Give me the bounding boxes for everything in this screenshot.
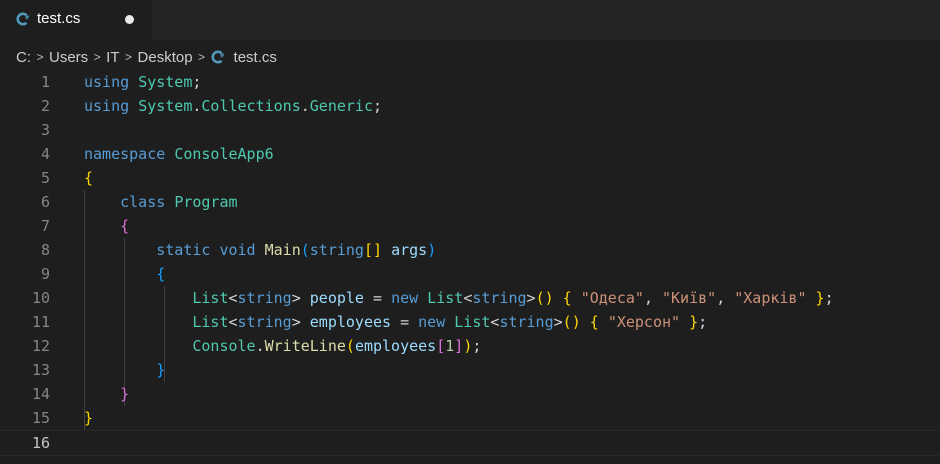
code-line[interactable]: 9 {	[0, 262, 940, 286]
code-text[interactable]: Console.WriteLine(employees[1]);	[84, 334, 481, 358]
line-number: 16	[31, 434, 50, 452]
code-line[interactable]: 11 List<string> employees = new List<str…	[0, 310, 940, 334]
csharp-icon: #	[211, 50, 224, 64]
code-line[interactable]: 1 using System;	[0, 70, 940, 94]
chevron-right-icon: >	[125, 50, 133, 64]
line-number: 11	[31, 313, 50, 331]
code-line[interactable]: 8 static void Main(string[] args)	[0, 238, 940, 262]
code-text[interactable]: {	[84, 214, 129, 238]
code-line[interactable]: 16	[0, 430, 940, 456]
tab-test-cs[interactable]: # test.cs	[0, 0, 152, 40]
line-number: 4	[40, 145, 50, 163]
line-number: 7	[40, 217, 50, 235]
line-number: 15	[31, 409, 50, 427]
code-text[interactable]: }	[84, 358, 165, 382]
code-text[interactable]: }	[84, 406, 93, 430]
line-number: 13	[31, 361, 50, 379]
breadcrumb-item-desktop[interactable]: Desktop	[138, 49, 193, 66]
svg-text:#: #	[219, 53, 224, 60]
code-text[interactable]: static void Main(string[] args)	[84, 238, 436, 262]
breadcrumb-item-it[interactable]: IT	[106, 49, 119, 66]
code-line[interactable]: 12 Console.WriteLine(employees[1]);	[0, 334, 940, 358]
line-number: 6	[40, 193, 50, 211]
line-number: 1	[40, 73, 50, 91]
breadcrumb-item-drive[interactable]: C:	[16, 49, 31, 66]
line-number: 9	[40, 265, 50, 283]
code-line[interactable]: 4 namespace ConsoleApp6	[0, 142, 940, 166]
code-line[interactable]: 15}	[0, 406, 940, 430]
breadcrumb-item-users[interactable]: Users	[49, 49, 88, 66]
code-text[interactable]: class Program	[84, 190, 237, 214]
csharp-icon: #	[16, 12, 30, 26]
line-number: 8	[40, 241, 50, 259]
line-number: 3	[40, 121, 50, 139]
tab-filename: test.cs	[37, 10, 81, 27]
code-line[interactable]: 13 }	[0, 358, 940, 382]
code-line[interactable]: 3	[0, 118, 940, 142]
code-text[interactable]: List<string> people = new List<string>()…	[84, 286, 833, 310]
chevron-right-icon: >	[198, 50, 206, 64]
tab-bar: # test.cs	[0, 0, 940, 40]
code-line[interactable]: 2 using System.Collections.Generic;	[0, 94, 940, 118]
breadcrumb: C: > Users > IT > Desktop > # test.cs	[0, 44, 277, 70]
line-number: 2	[40, 97, 50, 115]
line-number: 5	[40, 169, 50, 187]
code-text[interactable]: using System;	[84, 70, 201, 94]
code-text[interactable]: List<string> employees = new List<string…	[84, 310, 707, 334]
code-line[interactable]: 7 {	[0, 214, 940, 238]
code-text[interactable]: namespace ConsoleApp6	[84, 142, 274, 166]
code-line[interactable]: 6 class Program	[0, 190, 940, 214]
code-line[interactable]: 10 List<string> people = new List<string…	[0, 286, 940, 310]
breadcrumb-item-file[interactable]: test.cs	[234, 49, 277, 66]
chevron-right-icon: >	[36, 50, 44, 64]
chevron-right-icon: >	[93, 50, 101, 64]
code-text[interactable]: {	[84, 262, 165, 286]
code-text[interactable]: {	[84, 166, 93, 190]
code-text[interactable]: }	[84, 382, 129, 406]
line-number: 12	[31, 337, 50, 355]
code-line[interactable]: 14 }	[0, 382, 940, 406]
code-text[interactable]: using System.Collections.Generic;	[84, 94, 382, 118]
code-editor[interactable]: 1 using System; 2 using System.Collections.…	[0, 70, 940, 464]
unsaved-indicator[interactable]	[125, 15, 134, 24]
line-number: 10	[31, 289, 50, 307]
code-line[interactable]: 5{	[0, 166, 940, 190]
line-number: 14	[31, 385, 50, 403]
svg-text:#: #	[25, 15, 30, 22]
